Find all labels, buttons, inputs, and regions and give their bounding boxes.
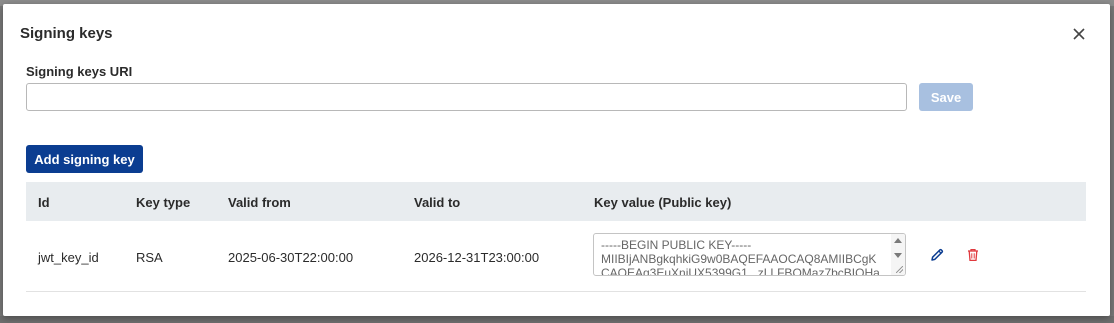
cell-valid-from: 2025-06-30T22:00:00 [228, 250, 354, 265]
signing-keys-table: Id Key type Valid from Valid to Key valu… [26, 182, 1086, 292]
scroll-down-icon[interactable] [894, 253, 902, 258]
header-id: Id [38, 195, 50, 210]
header-valid-from: Valid from [228, 195, 291, 210]
header-key-type: Key type [136, 195, 191, 210]
scroll-up-icon[interactable] [894, 238, 902, 243]
resize-grip-icon[interactable] [896, 266, 903, 273]
signing-keys-dialog: Signing keys Signing keys URI Save Add s… [3, 4, 1110, 316]
save-button[interactable]: Save [919, 83, 973, 111]
close-button[interactable] [1069, 24, 1089, 44]
key-value-text: -----BEGIN PUBLIC KEY----- MIIBIjANBgkqh… [601, 238, 880, 276]
close-icon [1073, 28, 1085, 40]
signing-keys-uri-label: Signing keys URI [26, 64, 133, 79]
header-key-value: Key value (Public key) [594, 195, 732, 210]
dialog-title: Signing keys [20, 25, 113, 42]
pencil-icon [931, 248, 944, 261]
header-valid-to: Valid to [414, 195, 461, 210]
key-value-textarea[interactable]: -----BEGIN PUBLIC KEY----- MIIBIjANBgkqh… [593, 233, 906, 276]
backdrop-bottom [0, 316, 1114, 323]
add-signing-key-button[interactable]: Add signing key [26, 145, 143, 173]
cell-key-type: RSA [136, 250, 163, 265]
table-header: Id Key type Valid from Valid to Key valu… [26, 182, 1086, 221]
delete-key-button[interactable] [965, 247, 981, 263]
cell-id: jwt_key_id [38, 250, 99, 265]
cell-valid-to: 2026-12-31T23:00:00 [414, 250, 540, 265]
table-row: jwt_key_id RSA 2025-06-30T22:00:00 2026-… [26, 221, 1086, 292]
trash-icon [968, 249, 978, 262]
edit-key-button[interactable] [929, 247, 945, 263]
signing-keys-uri-input[interactable] [26, 83, 907, 111]
